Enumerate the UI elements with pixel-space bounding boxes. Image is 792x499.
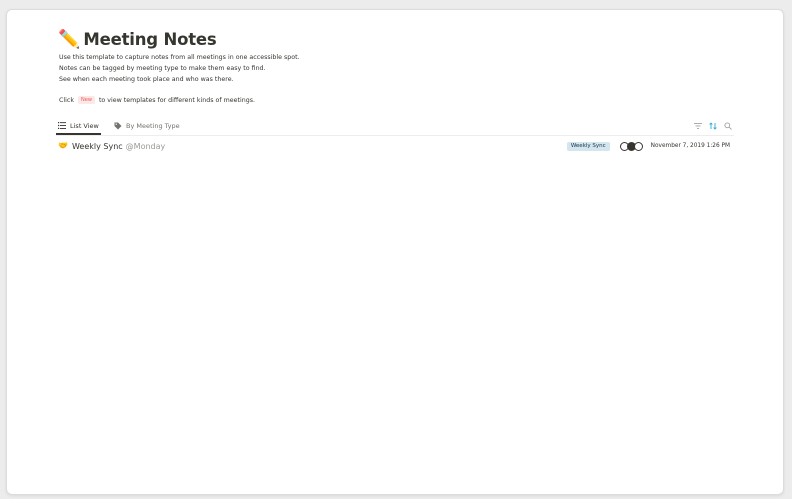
- description-line: See when each meeting took place and who…: [59, 76, 234, 83]
- pencil-icon: ✏️: [58, 29, 81, 50]
- description-line: Use this template to capture notes from …: [59, 54, 300, 61]
- list-item[interactable]: 🤝 Weekly Sync @Monday Weekly Sync Novemb…: [58, 140, 730, 152]
- tab-list-view[interactable]: List View: [56, 118, 101, 135]
- tab-label: List View: [70, 121, 99, 130]
- list-item-properties: Weekly Sync November 7, 2019 1:26 PM: [566, 141, 730, 151]
- page-window: ✏️ Meeting Notes Use this template to ca…: [6, 9, 784, 495]
- avatar: [633, 141, 643, 151]
- templates-hint-text: to view templates for different kinds of…: [98, 97, 255, 104]
- templates-hint: Click New to view templates for differen…: [59, 95, 300, 106]
- created-date: November 7, 2019 1:26 PM: [650, 143, 730, 149]
- search-icon[interactable]: [723, 121, 732, 130]
- tag-icon: [114, 122, 122, 130]
- list-item-title[interactable]: Weekly Sync: [72, 142, 123, 151]
- handshake-icon: 🤝: [58, 141, 68, 150]
- description-line: Notes can be tagged by meeting type to m…: [59, 65, 266, 72]
- meeting-type-tag: Weekly Sync: [566, 141, 610, 151]
- list-icon: [58, 122, 66, 129]
- date-mention[interactable]: @Monday: [126, 142, 166, 151]
- page-header: ✏️ Meeting Notes: [58, 29, 217, 51]
- click-text: Click: [59, 97, 75, 104]
- new-templates-button[interactable]: New: [78, 96, 95, 104]
- attendee-avatars: [619, 141, 643, 151]
- page-description: Use this template to capture notes from …: [59, 52, 300, 106]
- tab-label: By Meeting Type: [126, 122, 180, 130]
- view-toolbar: [693, 121, 732, 130]
- filter-icon[interactable]: [693, 121, 702, 130]
- view-tabs: List View By Meeting Type: [56, 118, 734, 136]
- tab-by-meeting-type[interactable]: By Meeting Type: [114, 118, 180, 134]
- sort-icon[interactable]: [708, 121, 717, 130]
- page-title[interactable]: Meeting Notes: [83, 29, 216, 51]
